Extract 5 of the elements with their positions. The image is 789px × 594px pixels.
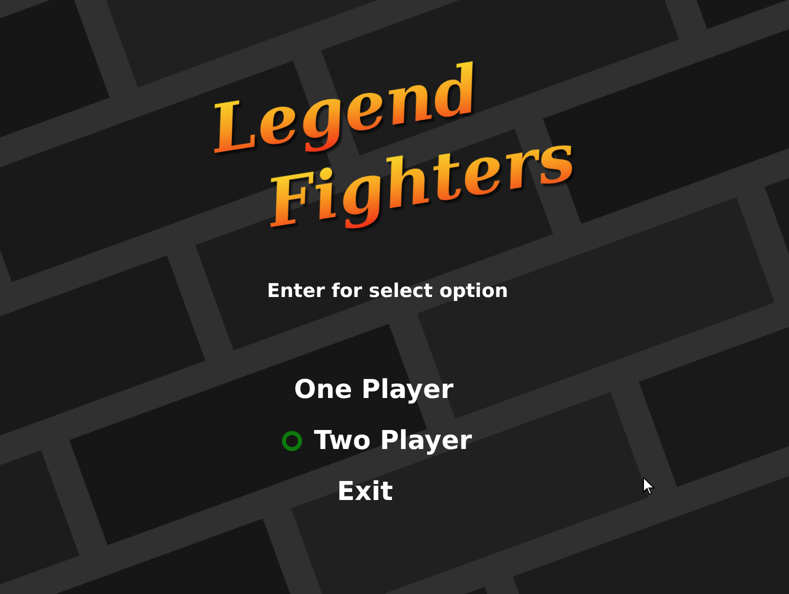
menu-option[interactable]: Two Player (314, 426, 472, 456)
menu-option[interactable]: One Player (294, 374, 454, 404)
instruction-text: Enter for select option (267, 280, 508, 302)
menu-option[interactable]: Exit (337, 476, 393, 506)
mouse-pointer-icon (643, 477, 655, 496)
